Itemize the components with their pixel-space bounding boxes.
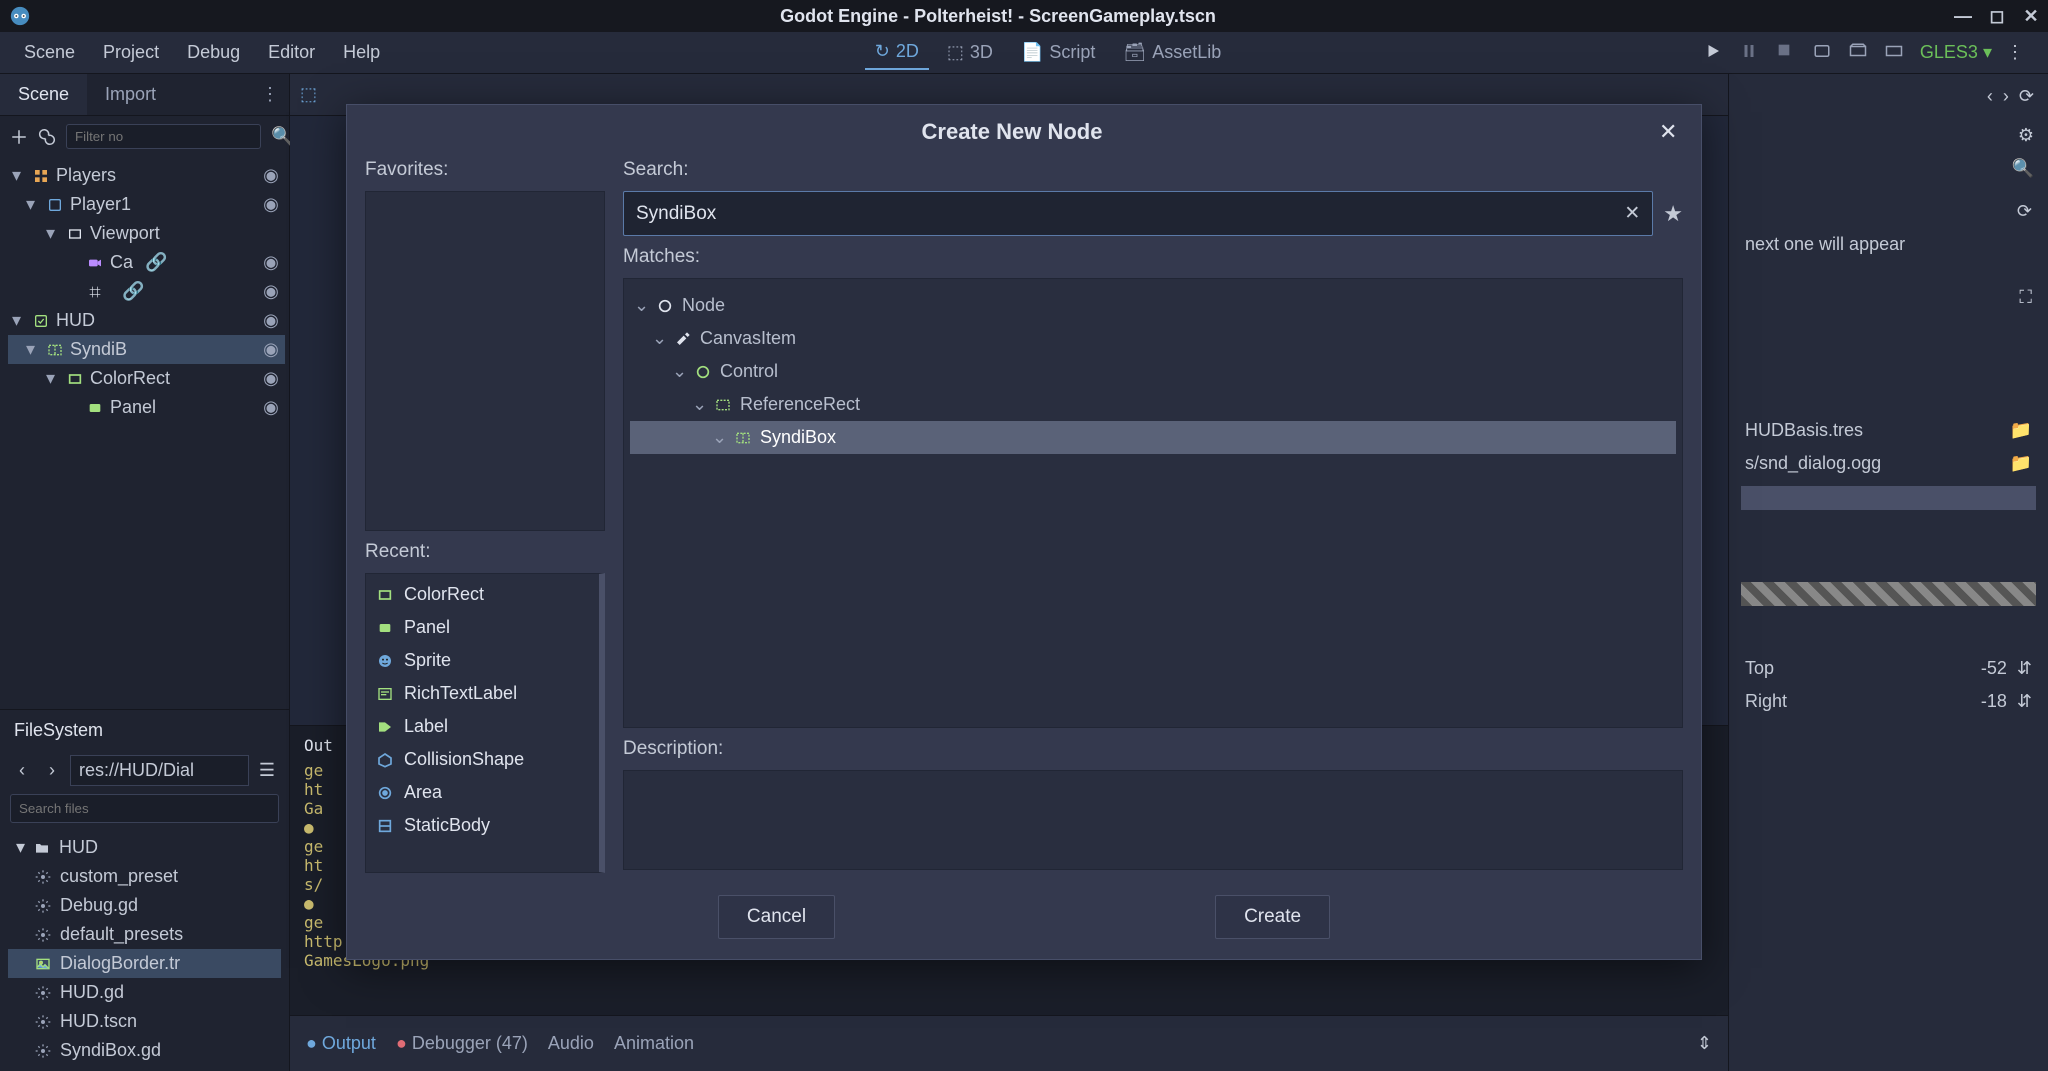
recent-item[interactable]: StaticBody: [366, 809, 599, 842]
dialog-title: Create New Node: [365, 119, 1659, 145]
crect-icon: [376, 586, 394, 604]
matches-tree: ⌄Node⌄CanvasItem⌄Control⌄ReferenceRect⌄S…: [623, 278, 1683, 728]
sprite-icon: [376, 652, 394, 670]
favorites-box[interactable]: [365, 191, 605, 531]
match-tree-item[interactable]: ⌄ReferenceRect: [630, 388, 1676, 421]
search-label: Search:: [623, 159, 1683, 181]
recent-box: ColorRectPanelSpriteRichTextLabelLabelCo…: [365, 573, 605, 873]
rtl-icon: [376, 685, 394, 703]
match-tree-item[interactable]: ⌄CanvasItem: [630, 322, 1676, 355]
sbody-icon: [376, 817, 394, 835]
recent-item[interactable]: Area: [366, 776, 599, 809]
match-tree-item[interactable]: ⌄SyndiBox: [630, 421, 1676, 454]
brush-icon: [674, 330, 692, 348]
description-label: Description:: [623, 738, 1683, 760]
match-tree-item[interactable]: ⌄Node: [630, 289, 1676, 322]
cshape-icon: [376, 751, 394, 769]
search-input[interactable]: SyndiBox ✕: [623, 191, 1653, 236]
circle-icon: [694, 363, 712, 381]
favorites-label: Favorites:: [365, 159, 605, 181]
circle-icon: [656, 297, 674, 315]
refrect-icon: [714, 396, 732, 414]
recent-item[interactable]: RichTextLabel: [366, 677, 599, 710]
dialog-close-button[interactable]: ✕: [1659, 119, 1683, 145]
chevron-down-icon[interactable]: ⌄: [672, 361, 686, 382]
recent-label: Recent:: [365, 541, 605, 563]
recent-item[interactable]: Sprite: [366, 644, 599, 677]
recent-item[interactable]: Label: [366, 710, 599, 743]
label-icon: [376, 718, 394, 736]
create-button[interactable]: Create: [1215, 895, 1330, 939]
recent-item[interactable]: ColorRect: [366, 578, 599, 611]
search-input-value: SyndiBox: [636, 203, 716, 225]
recent-item[interactable]: Panel: [366, 611, 599, 644]
clear-search-button[interactable]: ✕: [1624, 202, 1640, 225]
dialog-backdrop: Create New Node ✕ Favorites: Recent: Col…: [0, 0, 2048, 1071]
panel-icon: [376, 619, 394, 637]
match-tree-item[interactable]: ⌄Control: [630, 355, 1676, 388]
cancel-button[interactable]: Cancel: [718, 895, 835, 939]
chevron-down-icon[interactable]: ⌄: [692, 394, 706, 415]
area-icon: [376, 784, 394, 802]
matches-label: Matches:: [623, 246, 1683, 268]
favorite-toggle-button[interactable]: ★: [1663, 201, 1683, 227]
chevron-down-icon[interactable]: ⌄: [634, 295, 648, 316]
chevron-down-icon[interactable]: ⌄: [712, 427, 726, 448]
create-node-dialog: Create New Node ✕ Favorites: Recent: Col…: [346, 104, 1702, 960]
sbox-icon: [734, 429, 752, 447]
recent-item[interactable]: CollisionShape: [366, 743, 599, 776]
chevron-down-icon[interactable]: ⌄: [652, 328, 666, 349]
description-box: [623, 770, 1683, 870]
